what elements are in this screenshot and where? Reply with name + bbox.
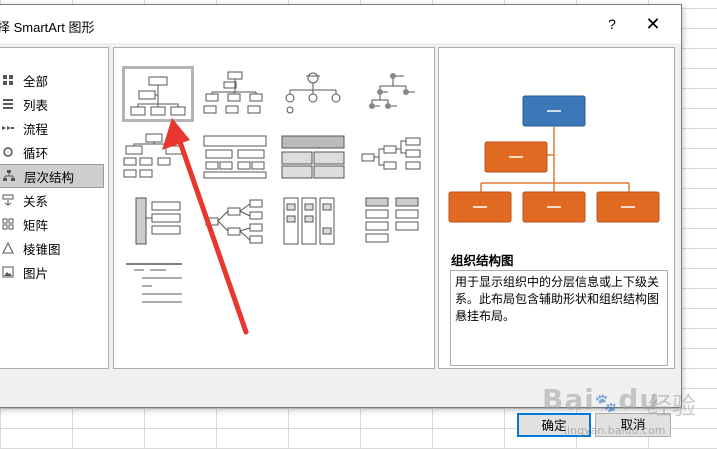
list-icon xyxy=(1,97,15,111)
process-icon xyxy=(1,121,15,135)
layout-horizontal-hierarchy[interactable] xyxy=(202,194,268,248)
layout-circle-org[interactable] xyxy=(280,66,346,120)
layout-name-title-org[interactable] xyxy=(202,66,268,120)
help-button[interactable]: ? xyxy=(603,15,621,33)
category-label: 层次结构 xyxy=(24,170,75,185)
preview-pane: 组织结构图 用于显示组织中的分层信息或上下级关系。此布局包含辅助形状和组织结构图… xyxy=(438,47,675,369)
layout-hierarchy-list[interactable] xyxy=(122,194,188,248)
layout-gallery xyxy=(113,47,435,369)
layout-table-list[interactable] xyxy=(280,130,346,184)
layout-lined-list[interactable] xyxy=(360,194,426,248)
category-item-all[interactable]: 全部 xyxy=(0,68,104,92)
category-label: 循环 xyxy=(23,146,49,161)
baidu-watermark: Bai🐾du 经验 jingyan.baidu.com xyxy=(530,380,715,446)
hierarchy-icon xyxy=(2,169,16,183)
cycle-icon xyxy=(1,145,15,159)
smartart-dialog: 择 SmartArt 图形 ? ✕ 全部 列表 流程 循环 层次结构 关系 矩阵… xyxy=(0,4,682,437)
category-item-list[interactable]: 列表 xyxy=(0,92,104,116)
category-item-cycle[interactable]: 循环 xyxy=(0,140,104,164)
watermark-url: jingyan.baidu.com xyxy=(564,424,666,437)
relationship-icon xyxy=(1,193,15,207)
layout-table-hierarchy[interactable] xyxy=(202,130,268,184)
category-label: 矩阵 xyxy=(23,218,49,233)
preview-description: 用于显示组织中的分层信息或上下级关系。此布局包含辅助形状和组织结构图悬挂布局。 xyxy=(450,270,668,366)
category-label: 棱锥图 xyxy=(23,242,61,257)
category-label: 图片 xyxy=(23,266,49,281)
layout-labeled-hierarchy[interactable] xyxy=(360,66,426,120)
category-label: 关系 xyxy=(23,194,49,209)
preview-title: 组织结构图 xyxy=(451,254,514,268)
layout-org-chart[interactable] xyxy=(122,66,194,122)
category-item-picture[interactable]: 图片 xyxy=(0,260,104,284)
close-button[interactable]: ✕ xyxy=(641,13,665,35)
category-item-process[interactable]: 流程 xyxy=(0,116,104,140)
title-bar: 择 SmartArt 图形 ? ✕ xyxy=(0,5,681,43)
category-label: 列表 xyxy=(23,98,49,113)
watermark-logo: Bai🐾du xyxy=(542,383,661,416)
category-item-matrix[interactable]: 矩阵 xyxy=(0,212,104,236)
pyramid-icon xyxy=(1,241,15,255)
category-item-hierarchy[interactable]: 层次结构 xyxy=(0,164,104,188)
category-item-relationship[interactable]: 关系 xyxy=(0,188,104,212)
matrix-icon xyxy=(1,217,15,231)
grid-icon xyxy=(1,73,15,87)
dialog-title: 择 SmartArt 图形 xyxy=(0,20,95,35)
layout-vertical-hierarchy[interactable] xyxy=(280,194,346,248)
category-label: 全部 xyxy=(23,74,49,89)
dialog-body: 全部 列表 流程 循环 层次结构 关系 矩阵 棱锥图 图片 组织结构图 用于显示… xyxy=(0,43,681,437)
category-label: 流程 xyxy=(23,122,49,137)
category-list: 全部 列表 流程 循环 层次结构 关系 矩阵 棱锥图 图片 xyxy=(0,47,109,369)
layout-hierarchy-tree[interactable] xyxy=(122,130,188,184)
preview-diagram xyxy=(448,95,660,223)
layout-horizontal-org[interactable] xyxy=(360,130,426,184)
category-item-pyramid[interactable]: 棱锥图 xyxy=(0,236,104,260)
layout-indented-list[interactable] xyxy=(122,258,188,312)
watermark-text: 经验 xyxy=(648,393,696,420)
picture-icon xyxy=(1,265,15,279)
